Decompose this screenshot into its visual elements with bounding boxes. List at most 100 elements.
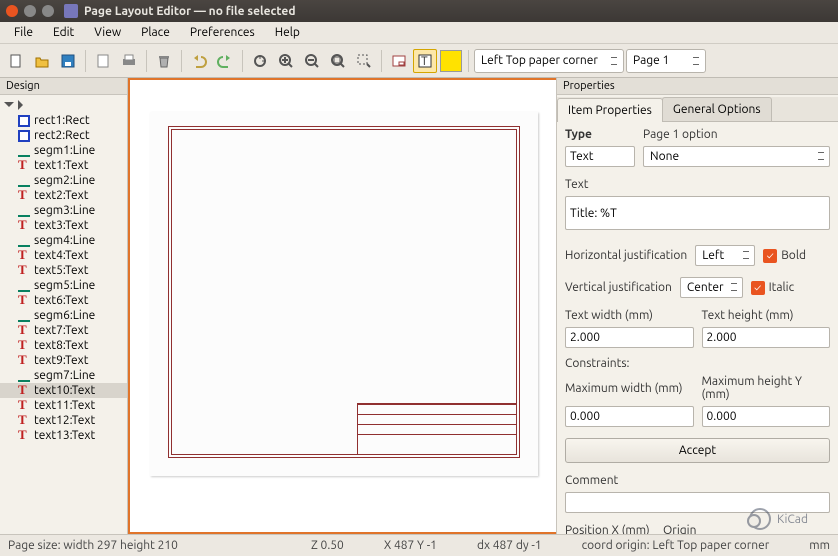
new-file-button[interactable] bbox=[4, 49, 28, 73]
zoom-selection-button[interactable] bbox=[352, 49, 376, 73]
tree-item-label: text7:Text bbox=[34, 324, 88, 337]
show-title-block-edit-button[interactable]: T bbox=[413, 49, 437, 73]
tree-item[interactable]: Ttext6:Text bbox=[0, 293, 127, 308]
tree-item[interactable]: Ttext13:Text bbox=[0, 428, 127, 443]
menu-place[interactable]: Place bbox=[131, 24, 180, 41]
bold-checkbox[interactable]: ✓Bold bbox=[763, 249, 806, 263]
comment-field[interactable] bbox=[565, 492, 830, 513]
app-icon bbox=[64, 4, 78, 18]
tree-item[interactable]: Ttext4:Text bbox=[0, 248, 127, 263]
tab-item-properties[interactable]: Item Properties bbox=[557, 98, 663, 122]
tree-item-label: segm1:Line bbox=[34, 144, 95, 157]
tree-item-label: segm5:Line bbox=[34, 279, 95, 292]
origin-label: Origin bbox=[663, 524, 696, 534]
canvas[interactable] bbox=[128, 78, 556, 534]
italic-checkbox[interactable]: ✓Italic bbox=[751, 281, 795, 295]
coord-origin-combo[interactable]: Left Top paper corner bbox=[474, 49, 624, 73]
show-title-block-normal-button[interactable] bbox=[387, 49, 411, 73]
page-combo[interactable]: Page 1 bbox=[626, 49, 706, 73]
zoom-redraw-button[interactable] bbox=[248, 49, 272, 73]
tree-item[interactable]: segm2:Line bbox=[0, 173, 127, 188]
color-swatch-icon bbox=[440, 50, 462, 72]
status-zoom: Z 0.50 bbox=[311, 539, 344, 552]
menu-preferences[interactable]: Preferences bbox=[180, 24, 265, 41]
redo-button[interactable] bbox=[213, 49, 237, 73]
max-width-field[interactable] bbox=[565, 406, 694, 427]
menu-file[interactable]: File bbox=[4, 24, 43, 41]
page1-option-select[interactable]: None bbox=[643, 146, 830, 167]
tree-item-label: text11:Text bbox=[34, 399, 95, 412]
svg-text:T: T bbox=[421, 55, 428, 68]
tree-item[interactable]: Ttext5:Text bbox=[0, 263, 127, 278]
tree-item[interactable]: Ttext12:Text bbox=[0, 413, 127, 428]
zoom-out-button[interactable] bbox=[300, 49, 324, 73]
tree-item-label: segm3:Line bbox=[34, 204, 95, 217]
text-icon: T bbox=[18, 400, 30, 412]
tree-item[interactable]: segm1:Line bbox=[0, 143, 127, 158]
text-field[interactable] bbox=[565, 196, 830, 230]
page-combo-value: Page 1 bbox=[633, 54, 669, 67]
text-height-label: Text height (mm) bbox=[702, 309, 831, 322]
tree-item-label: text8:Text bbox=[34, 339, 88, 352]
delete-button[interactable] bbox=[152, 49, 176, 73]
hjust-select[interactable]: Left bbox=[695, 245, 755, 266]
tree-root[interactable] bbox=[0, 97, 127, 113]
tree-item[interactable]: segm6:Line bbox=[0, 308, 127, 323]
tree-item-label: text13:Text bbox=[34, 429, 95, 442]
text-width-field[interactable] bbox=[565, 327, 694, 348]
line-icon bbox=[18, 175, 30, 187]
text-icon: T bbox=[18, 340, 30, 352]
text-icon: T bbox=[18, 325, 30, 337]
tree-item-label: segm7:Line bbox=[34, 369, 95, 382]
tree-item[interactable]: rect2:Rect bbox=[0, 128, 127, 143]
tree-item-label: rect1:Rect bbox=[34, 114, 90, 127]
design-tree[interactable]: rect1:Rectrect2:Rectsegm1:LineTtext1:Tex… bbox=[0, 95, 127, 534]
tree-item-label: text3:Text bbox=[34, 219, 88, 232]
tree-item[interactable]: Ttext7:Text bbox=[0, 323, 127, 338]
tree-item[interactable]: Ttext2:Text bbox=[0, 188, 127, 203]
tree-item[interactable]: segm3:Line bbox=[0, 203, 127, 218]
line-icon bbox=[18, 205, 30, 217]
open-file-button[interactable] bbox=[30, 49, 54, 73]
text-height-field[interactable] bbox=[702, 327, 831, 348]
menu-view[interactable]: View bbox=[84, 24, 131, 41]
tree-item[interactable]: segm5:Line bbox=[0, 278, 127, 293]
menu-help[interactable]: Help bbox=[265, 24, 310, 41]
vjust-select[interactable]: Center bbox=[680, 277, 743, 298]
accept-button[interactable]: Accept bbox=[565, 438, 830, 463]
tree-item[interactable]: segm4:Line bbox=[0, 233, 127, 248]
type-field[interactable] bbox=[565, 146, 635, 167]
status-dxy: dx 487 dy -1 bbox=[477, 539, 542, 552]
design-tree-pane: Design rect1:Rectrect2:Rectsegm1:LineTte… bbox=[0, 78, 128, 534]
tree-item[interactable]: Ttext9:Text bbox=[0, 353, 127, 368]
tree-item-label: segm4:Line bbox=[34, 234, 95, 247]
tree-item[interactable]: rect1:Rect bbox=[0, 113, 127, 128]
window-maximize-button[interactable] bbox=[42, 5, 54, 17]
max-height-field[interactable] bbox=[702, 406, 831, 427]
menu-edit[interactable]: Edit bbox=[43, 24, 84, 41]
window-minimize-button[interactable] bbox=[24, 5, 36, 17]
undo-button[interactable] bbox=[187, 49, 211, 73]
text-icon: T bbox=[18, 355, 30, 367]
tree-item[interactable]: Ttext8:Text bbox=[0, 338, 127, 353]
print-button[interactable] bbox=[117, 49, 141, 73]
tree-item[interactable]: segm7:Line bbox=[0, 368, 127, 383]
tree-item-label: text9:Text bbox=[34, 354, 88, 367]
tree-item[interactable]: Ttext10:Text bbox=[0, 383, 127, 398]
page-settings-button[interactable] bbox=[91, 49, 115, 73]
design-pane-header: Design bbox=[0, 78, 127, 95]
window-close-button[interactable] bbox=[6, 5, 18, 17]
tree-item[interactable]: Ttext3:Text bbox=[0, 218, 127, 233]
properties-tabs: Item Properties General Options bbox=[557, 97, 838, 122]
tree-item[interactable]: Ttext1:Text bbox=[0, 158, 127, 173]
line-icon bbox=[18, 310, 30, 322]
zoom-in-button[interactable] bbox=[274, 49, 298, 73]
tree-item-label: text10:Text bbox=[34, 384, 95, 397]
tab-general-options[interactable]: General Options bbox=[662, 97, 772, 121]
zoom-fit-button[interactable] bbox=[326, 49, 350, 73]
background-color-button[interactable] bbox=[439, 49, 463, 73]
save-button[interactable] bbox=[56, 49, 80, 73]
line-icon bbox=[18, 370, 30, 382]
tree-item[interactable]: Ttext11:Text bbox=[0, 398, 127, 413]
max-height-label: Maximum height Y (mm) bbox=[702, 375, 831, 401]
